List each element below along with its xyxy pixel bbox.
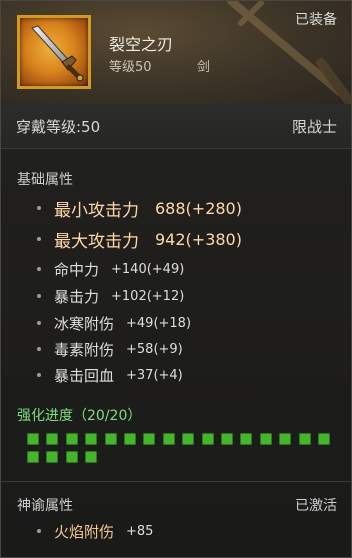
attribute-name: 命中力 bbox=[54, 260, 100, 279]
enhancement-square bbox=[27, 451, 39, 463]
enhancement-square bbox=[201, 433, 214, 445]
attribute-row: 暴击回血 +37(+4) bbox=[37, 363, 183, 387]
enhancement-progress-label: 强化进度（20/20） bbox=[17, 408, 142, 424]
enhancement-square bbox=[85, 433, 98, 445]
enhancement-square bbox=[27, 433, 39, 445]
requirement-row: 穿戴等级:50 限战士 bbox=[1, 104, 351, 149]
equipped-status: 已装备 bbox=[295, 12, 337, 28]
bullet-icon bbox=[37, 206, 41, 210]
enhancement-square bbox=[143, 433, 156, 445]
bullet-icon bbox=[37, 294, 41, 298]
attribute-name: 最小攻击力 bbox=[54, 200, 139, 221]
enhancement-square bbox=[65, 451, 78, 463]
bullet-icon bbox=[37, 321, 41, 325]
enhancement-square bbox=[182, 433, 195, 445]
oracle-attributes-title: 神谕属性 bbox=[17, 498, 73, 514]
enhancement-square bbox=[46, 451, 59, 463]
enhancement-square bbox=[162, 433, 175, 445]
attribute-row: 毒素附伤 +58(+9) bbox=[37, 337, 183, 361]
item-name: 裂空之刃 bbox=[109, 35, 174, 54]
enhancement-square bbox=[279, 433, 292, 445]
attribute-name: 最大攻击力 bbox=[54, 231, 139, 252]
attribute-value: +102(+12) bbox=[111, 288, 185, 304]
attribute-value: +49(+18) bbox=[126, 315, 192, 331]
attribute-row: 最小攻击力 688(+280) bbox=[37, 196, 242, 221]
item-level: 等级50 bbox=[109, 60, 152, 75]
attribute-name: 火焰附伤 bbox=[54, 522, 115, 541]
attribute-name: 冰寒附伤 bbox=[54, 314, 115, 333]
enhancement-square bbox=[318, 433, 330, 445]
required-level: 穿戴等级:50 bbox=[16, 118, 101, 136]
base-attributes-title: 基础属性 bbox=[17, 172, 73, 188]
attribute-value: +85 bbox=[126, 523, 154, 539]
attribute-value: +37(+4) bbox=[126, 367, 183, 383]
enhancement-square bbox=[85, 451, 98, 463]
attribute-name: 暴击回血 bbox=[54, 366, 115, 385]
enhancement-square bbox=[124, 433, 136, 445]
item-tooltip: 裂空之刃 等级50 剑 已装备 穿戴等级:50 限战士 基础属性 最小攻击力 6… bbox=[0, 0, 352, 558]
item-header: 裂空之刃 等级50 剑 已装备 bbox=[1, 1, 351, 106]
attribute-value: +140(+49) bbox=[111, 261, 185, 277]
item-type: 剑 bbox=[197, 60, 211, 75]
bullet-icon bbox=[37, 347, 41, 351]
sword-icon bbox=[31, 25, 84, 82]
bullet-icon bbox=[37, 529, 41, 533]
attribute-value: 942(+380) bbox=[155, 229, 242, 249]
bullet-icon bbox=[37, 267, 41, 271]
attribute-row: 冰寒附伤 +49(+18) bbox=[37, 311, 191, 335]
bullet-icon bbox=[37, 373, 41, 377]
enhancement-square bbox=[46, 433, 59, 445]
attribute-row: 命中力 +140(+49) bbox=[37, 257, 184, 281]
attribute-value: 688(+280) bbox=[155, 198, 242, 218]
attribute-row: 最大攻击力 942(+380) bbox=[37, 227, 242, 252]
bullet-icon bbox=[37, 237, 41, 241]
item-icon-frame[interactable] bbox=[17, 15, 91, 89]
attribute-name: 毒素附伤 bbox=[54, 340, 115, 359]
enhancement-square bbox=[221, 433, 233, 445]
enhancement-square bbox=[104, 433, 117, 445]
attribute-value: +58(+9) bbox=[126, 341, 183, 357]
enhancement-square bbox=[65, 433, 78, 445]
oracle-status: 已激活 bbox=[295, 498, 337, 514]
enhancement-square bbox=[298, 433, 311, 445]
attribute-row: 暴击力 +102(+12) bbox=[37, 284, 184, 308]
oracle-attribute-row: 火焰附伤 +85 bbox=[37, 519, 153, 543]
divider bbox=[1, 481, 351, 482]
enhancement-square bbox=[240, 433, 253, 445]
required-class: 限战士 bbox=[291, 118, 337, 136]
attribute-name: 暴击力 bbox=[54, 287, 100, 306]
enhancement-square bbox=[259, 433, 272, 445]
